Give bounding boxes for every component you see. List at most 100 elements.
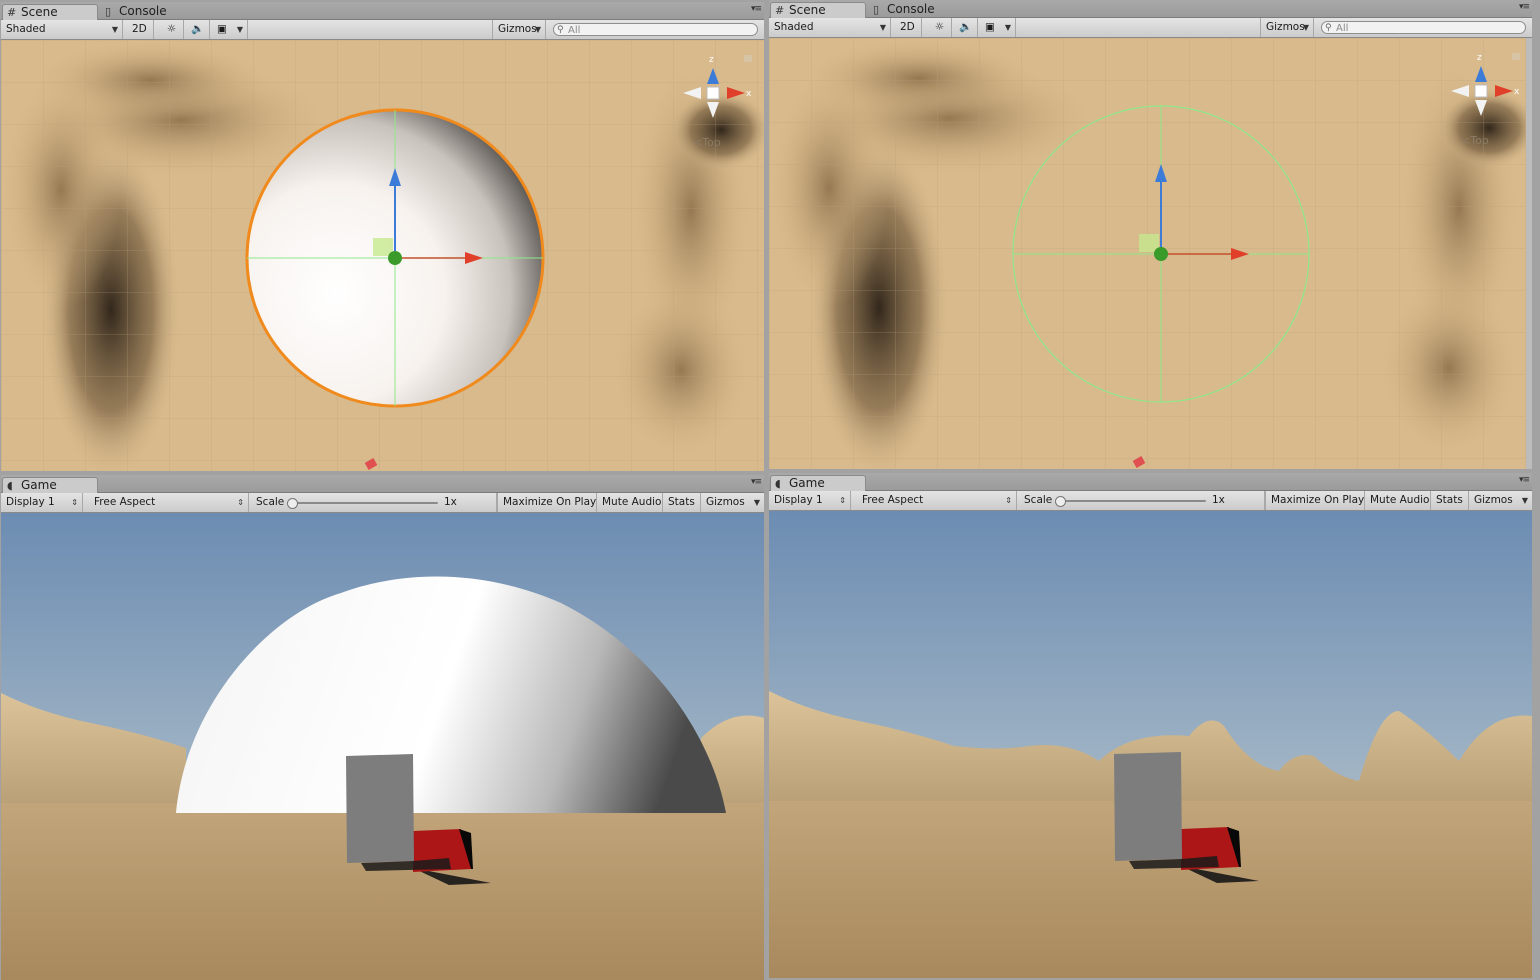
scale-label: Scale [256,496,285,508]
audio-toggle-icon[interactable]: 🔈 [186,20,210,39]
center-handle[interactable] [1154,247,1168,261]
game-viewport[interactable] [769,511,1532,978]
gizmos-label: Gizmos [1474,494,1513,506]
tab-console-label: Console [119,4,167,18]
z-axis-label: z [709,55,714,65]
game-render [1,513,764,980]
panel-menu-icon[interactable]: ▾≡ [1519,475,1530,485]
tab-game[interactable]: ◖ Game [2,477,98,493]
scale-label: Scale [1024,494,1053,506]
tab-scene[interactable]: # Scene [770,2,866,18]
maximize-on-play-toggle[interactable]: Maximize On Play [1265,491,1365,510]
grid-icon: # [7,6,17,19]
tab-scene-label: Scene [21,5,58,19]
game-panel-right: ◖ Game ▾≡ Display 1 ⇕ Free Aspect ⇕ Scale … [769,473,1532,978]
console-icon: ▯ [873,3,880,16]
lock-icon[interactable] [1512,53,1520,60]
tab-game[interactable]: ◖ Game [770,475,866,491]
tab-game-label: Game [21,478,57,492]
stats-toggle[interactable]: Stats [663,493,701,512]
game-toolbar: Display 1 ⇕ Free Aspect ⇕ Scale 1x Maximiz… [769,491,1532,511]
scene-panel-right: # Scene ▯ Console ▾≡ Shaded ▼ 2D ☼ 🔈 ▣ ▼ G… [769,0,1532,469]
scene-panel-left: # Scene ▯ Console ▾≡ Shaded ▼ 2D ☼ 🔈 ▣ ▼ G… [1,2,764,471]
game-toolbar: Display 1 ⇕ Free Aspect ⇕ Scale 1x Maximiz… [1,493,764,513]
aspect-label: Free Aspect [862,494,924,506]
tab-game-label: Game [789,476,825,490]
gizmos-dropdown[interactable]: Gizmos ▼ [1260,18,1314,37]
shading-mode-dropdown[interactable]: Shaded ▼ [1,20,123,39]
panel-menu-icon[interactable]: ▾≡ [1519,2,1530,12]
scale-value: 1x [439,493,497,512]
shading-mode-label: Shaded [774,21,814,33]
aspect-label: Free Aspect [94,496,156,508]
scene-viewport[interactable]: z x <Top [1,40,764,471]
pacman-game-icon: ◖ [775,477,781,490]
stats-toggle[interactable]: Stats [1431,491,1469,510]
aspect-dropdown[interactable]: Free Aspect ⇕ [857,491,1017,510]
gizmos-dropdown[interactable]: Gizmos ▼ [701,493,764,512]
gizmos-dropdown[interactable]: Gizmos ▼ [492,20,546,39]
scrollbar[interactable] [1526,38,1532,469]
scale-slider-track[interactable] [1059,500,1206,502]
game-tabbar: ◖ Game ▾≡ [1,475,764,493]
shading-mode-dropdown[interactable]: Shaded ▼ [769,18,891,37]
search-icon: ⚲ [557,25,564,35]
lock-icon[interactable] [744,55,752,62]
gizmos-dropdown[interactable]: Gizmos ▼ [1469,491,1532,510]
aspect-dropdown[interactable]: Free Aspect ⇕ [89,493,249,512]
2d-toggle[interactable]: 2D [895,18,922,37]
hierarchy-search-input[interactable]: ⚲ All [553,23,758,36]
grid-icon: # [775,4,785,17]
panel-menu-icon[interactable]: ▾≡ [751,4,762,14]
2d-toggle[interactable]: 2D [127,20,154,39]
scale-slider-track[interactable] [291,502,438,504]
x-axis-label: x [746,89,752,99]
panel-menu-icon[interactable]: ▾≡ [751,477,762,487]
maximize-on-play-toggle[interactable]: Maximize On Play [497,493,597,512]
search-placeholder: All [568,25,581,36]
tab-scene[interactable]: # Scene [2,4,98,20]
scene-tabbar: # Scene ▯ Console ▾≡ [769,0,1532,18]
lighting-toggle-icon[interactable]: ☼ [928,18,952,37]
console-icon: ▯ [105,5,112,18]
tab-console[interactable]: ▯ Console [101,4,189,19]
tab-console[interactable]: ▯ Console [869,2,957,17]
display-label: Display 1 [6,496,55,508]
z-axis-label: z [1477,53,1482,63]
display-dropdown[interactable]: Display 1 ⇕ [1,493,83,512]
scale-slider-handle[interactable] [1055,496,1066,507]
scene-tabbar: # Scene ▯ Console ▾≡ [1,2,764,20]
center-handle[interactable] [388,251,402,265]
dropdown-arrow-icon: ▼ [879,23,886,32]
scale-slider-handle[interactable] [287,498,298,509]
game-render [769,511,1532,978]
scene-render: z x <Top [1,40,764,471]
view-label[interactable]: <Top [693,136,721,149]
hierarchy-search-input[interactable]: ⚲ All [1321,21,1526,34]
display-dropdown[interactable]: Display 1 ⇕ [769,491,851,510]
effects-dropdown-icon[interactable]: ▣ ▼ [212,20,248,39]
x-axis-label: x [1514,87,1520,97]
pacman-game-icon: ◖ [7,479,13,492]
lighting-toggle-icon[interactable]: ☼ [160,20,184,39]
gray-box[interactable] [346,754,414,863]
search-placeholder: All [1336,23,1349,34]
mute-audio-toggle[interactable]: Mute Audio [597,493,663,512]
game-viewport[interactable] [1,513,764,980]
audio-toggle-icon[interactable]: 🔈 [954,18,978,37]
scale-value: 1x [1207,491,1265,510]
scene-toolbar: Shaded ▼ 2D ☼ 🔈 ▣ ▼ Gizmos ▼ ⚲ All [1,20,764,40]
gray-box[interactable] [1114,752,1182,861]
mute-audio-toggle[interactable]: Mute Audio [1365,491,1431,510]
search-icon: ⚲ [1325,23,1332,33]
scene-viewport[interactable]: z x <Top [769,38,1532,469]
tab-scene-label: Scene [789,3,826,17]
effects-dropdown-icon[interactable]: ▣ ▼ [980,18,1016,37]
display-label: Display 1 [774,494,823,506]
gizmos-label: Gizmos [1266,21,1305,33]
gizmos-label: Gizmos [706,496,745,508]
shading-mode-label: Shaded [6,23,46,35]
view-label[interactable]: <Top [1461,134,1489,147]
scene-toolbar: Shaded ▼ 2D ☼ 🔈 ▣ ▼ Gizmos ▼ ⚲ All [769,18,1532,38]
gizmos-label: Gizmos [498,23,537,35]
